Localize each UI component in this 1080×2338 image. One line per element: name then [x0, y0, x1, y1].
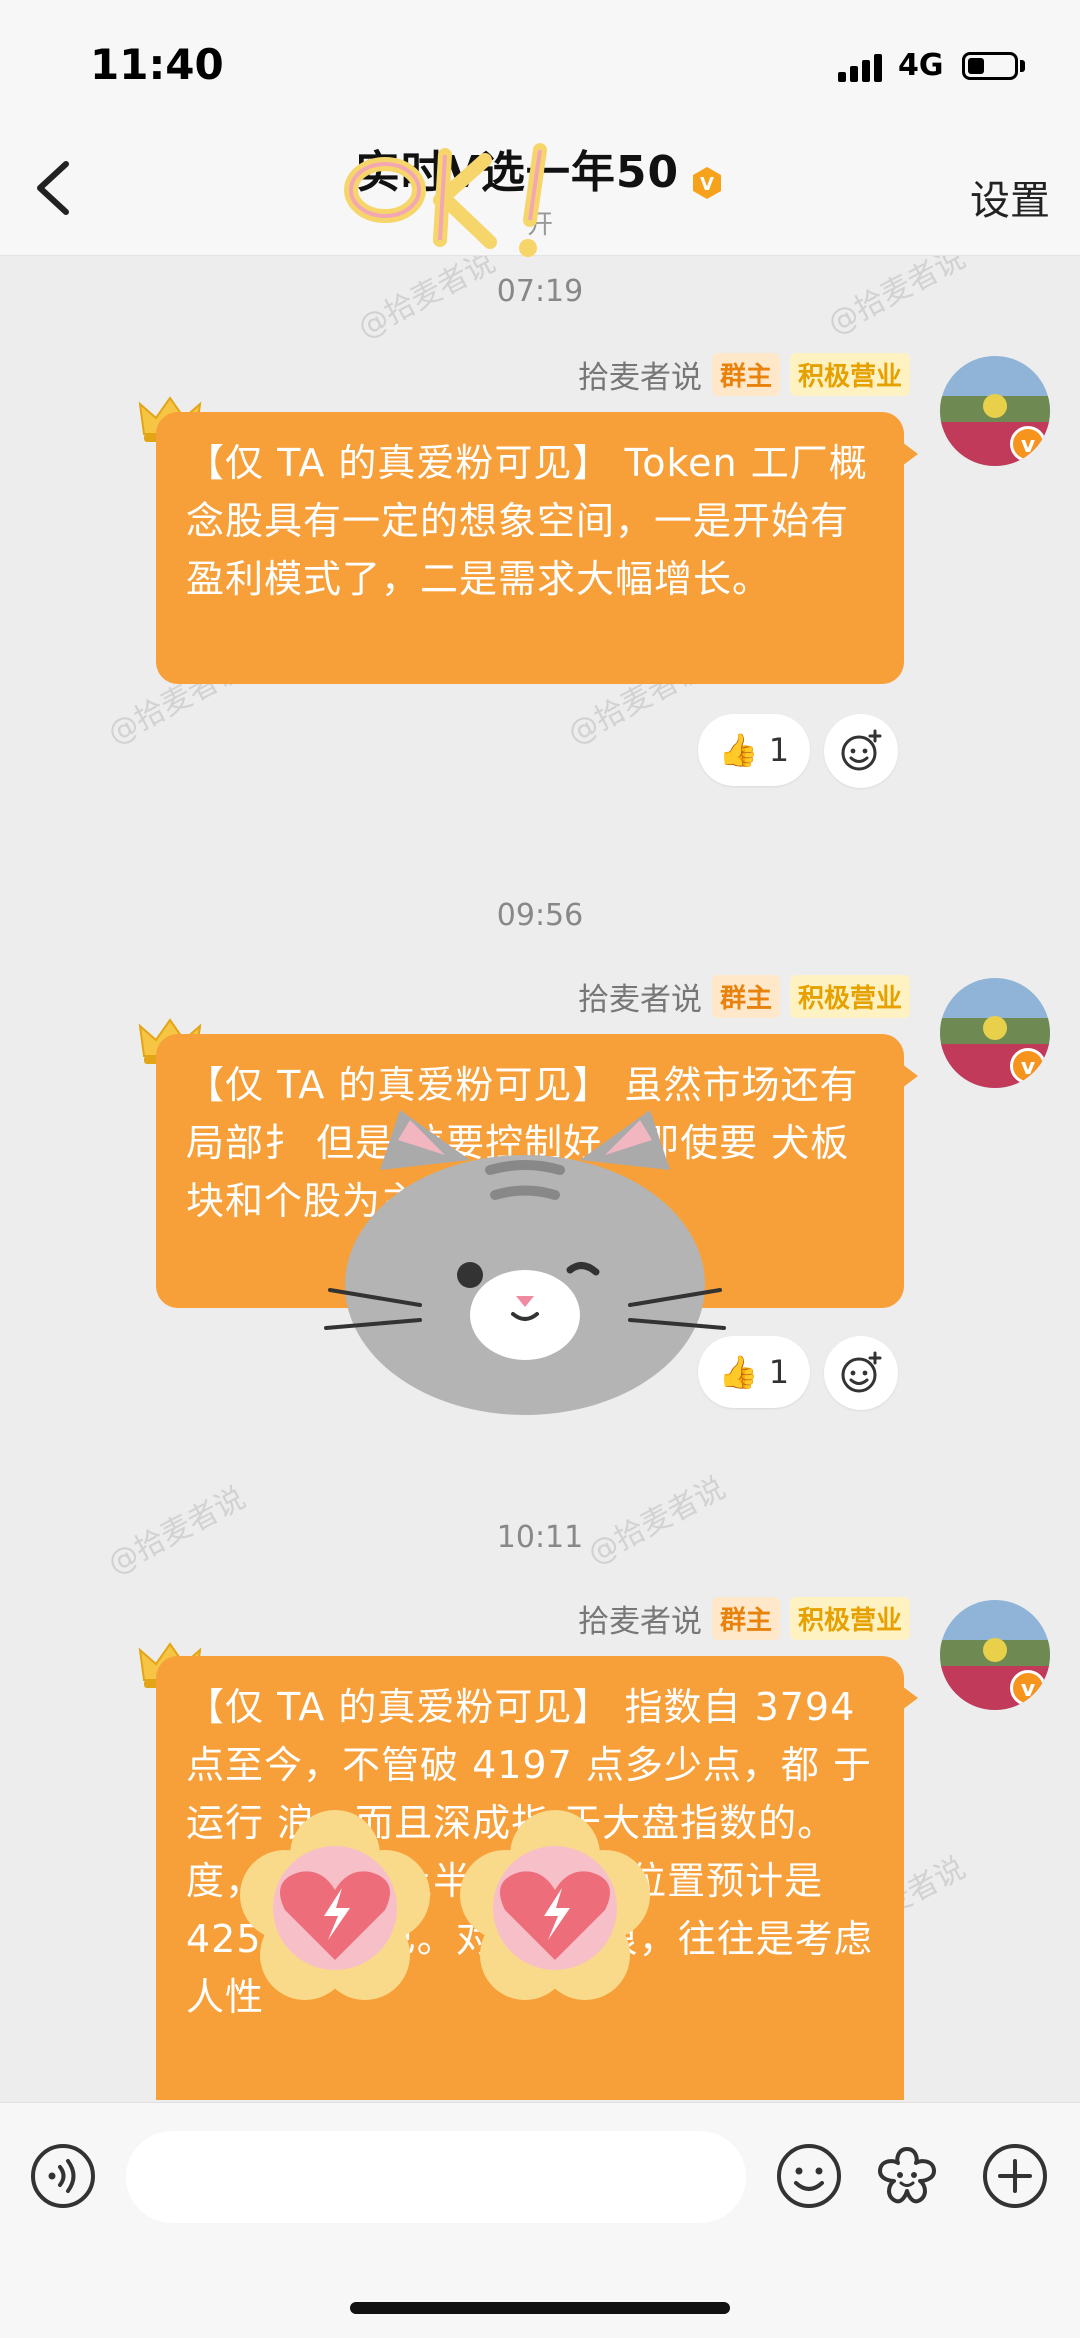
- signal-icon: [838, 52, 888, 82]
- add-emoji-icon: [841, 1351, 882, 1393]
- owner-tag: 群主: [711, 1597, 780, 1640]
- status-bar: 11:40 4G: [0, 0, 1080, 120]
- sender-name[interactable]: 拾麦者说: [578, 352, 702, 397]
- avatar[interactable]: v: [940, 356, 1050, 466]
- reaction-row: 👍 1: [698, 714, 898, 788]
- sender-name[interactable]: 拾麦者说: [578, 1596, 702, 1641]
- verified-v-icon: v: [1010, 1048, 1046, 1084]
- owner-tag: 群主: [711, 353, 780, 396]
- active-tag: 积极营业: [789, 1597, 910, 1640]
- sender-row: 拾麦者说 群主 积极营业: [578, 974, 910, 1019]
- message-input[interactable]: [126, 2131, 746, 2223]
- like-reaction[interactable]: 👍 1: [698, 714, 810, 786]
- chat-header: 实时V选一年50 V 开 设置: [0, 120, 1080, 256]
- home-indicator[interactable]: [350, 2302, 730, 2314]
- thumbs-up-icon: 👍: [718, 731, 759, 769]
- battery-icon: [962, 52, 1018, 80]
- add-reaction-button[interactable]: [824, 714, 898, 788]
- avatar[interactable]: v: [940, 978, 1050, 1088]
- message-bubble[interactable]: 【仅 TA 的真爱粉可见】 Token 工厂概念股具有一定的想象空间，一是开始有…: [156, 412, 918, 684]
- network-type: 4G: [898, 48, 944, 83]
- settings-button[interactable]: 设置: [970, 168, 1050, 226]
- battery-tip: [1020, 60, 1025, 72]
- voice-icon[interactable]: [30, 2143, 96, 2209]
- add-reaction-button[interactable]: [824, 1336, 898, 1410]
- svg-text:V: V: [700, 174, 714, 195]
- like-count: 1: [768, 1353, 790, 1391]
- verified-badge-icon: V: [693, 166, 722, 199]
- thumbs-up-icon: 👍: [718, 1353, 759, 1391]
- message-bubble[interactable]: 【仅 TA 的真爱粉可见】 指数自 3794 点至今，不管破 4197 点多少点…: [156, 1656, 918, 2100]
- back-chevron-icon[interactable]: [28, 158, 80, 218]
- group-title: 实时V选一年50: [355, 147, 680, 198]
- active-tag: 积极营业: [789, 353, 910, 396]
- reaction-row: 👍 1: [698, 1336, 898, 1410]
- sender-name[interactable]: 拾麦者说: [578, 974, 702, 1019]
- verified-v-icon: v: [1010, 1670, 1046, 1706]
- add-emoji-icon: [841, 729, 882, 771]
- message-timestamp: 09:56: [496, 898, 584, 933]
- sender-row: 拾麦者说 群主 积极营业: [578, 1596, 910, 1641]
- avatar[interactable]: v: [940, 1600, 1050, 1710]
- title-area[interactable]: 实时V选一年50 V 开: [330, 136, 750, 241]
- status-time: 11:40: [90, 40, 224, 89]
- plus-icon[interactable]: [982, 2143, 1048, 2209]
- message-timestamp: 10:11: [496, 1520, 584, 1555]
- emoji-icon[interactable]: [776, 2143, 842, 2209]
- sticker-flower-icon[interactable]: [874, 2143, 940, 2209]
- owner-tag: 群主: [711, 975, 780, 1018]
- like-reaction[interactable]: 👍 1: [698, 1336, 810, 1408]
- sender-row: 拾麦者说 群主 积极营业: [578, 352, 910, 397]
- like-count: 1: [768, 731, 790, 769]
- message-bubble[interactable]: 【仅 TA 的真爱粉可见】 虽然市场还有局部扌 但是 位要控制好，即使要 犬板块…: [156, 1034, 918, 1308]
- verified-v-icon: v: [1010, 426, 1046, 462]
- active-tag: 积极营业: [789, 975, 910, 1018]
- message-list[interactable]: @拾麦者说 @拾麦者说 @拾麦者说 @拾麦者说 @拾麦者说 @拾麦者说 @拾麦者…: [0, 256, 1080, 2100]
- watermark: @拾麦者说: [582, 1470, 732, 1572]
- message-timestamp: 07:19: [496, 274, 584, 309]
- group-subtitle: 开: [526, 210, 553, 240]
